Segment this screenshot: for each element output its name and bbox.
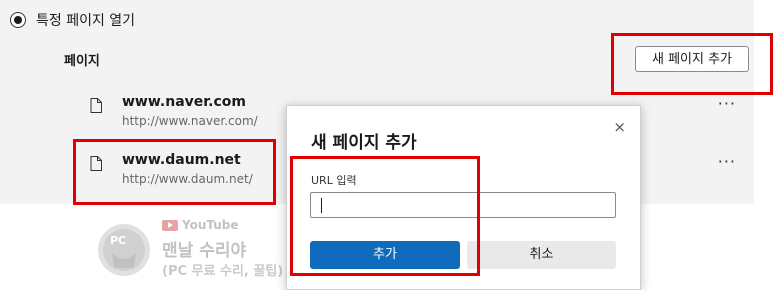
radio-selected-icon[interactable] <box>10 12 26 28</box>
pages-heading: 페이지 <box>64 54 100 69</box>
add-button[interactable]: 추가 <box>310 241 460 269</box>
youtube-play-icon <box>162 219 178 231</box>
dialog-title: 새 페이지 추가 <box>311 133 417 153</box>
cancel-button[interactable]: 취소 <box>467 241 616 269</box>
document-icon <box>90 98 102 113</box>
radio-label: 특정 페이지 열기 <box>36 13 136 29</box>
page-name: www.daum.net <box>122 152 241 168</box>
pc-logo-icon: PC <box>98 224 150 276</box>
channel-subtitle: (PC 무료 수리, 꿀팁) <box>162 264 284 279</box>
youtube-label: YouTube <box>162 218 239 232</box>
channel-name: 맨날 수리야 <box>162 241 247 261</box>
add-page-dialog: 새 페이지 추가 × URL 입력 추가 취소 <box>286 105 641 290</box>
text-caret <box>321 198 322 213</box>
youtube-watermark: PC YouTube 맨날 수리야 (PC 무료 수리, 꿀팁) <box>96 218 296 284</box>
document-icon <box>90 156 102 171</box>
page-name: www.naver.com <box>122 94 246 110</box>
close-icon[interactable]: × <box>613 118 626 136</box>
youtube-text: YouTube <box>182 218 239 232</box>
page-url: http://www.naver.com/ <box>122 114 258 128</box>
open-specific-pages-option[interactable]: 특정 페이지 열기 <box>10 10 135 30</box>
url-input-label: URL 입력 <box>311 174 357 187</box>
more-options-icon[interactable]: ··· <box>718 152 736 171</box>
pc-logo-text: PC <box>110 234 126 247</box>
more-options-icon[interactable]: ··· <box>718 94 736 113</box>
page-url: http://www.daum.net/ <box>122 172 253 186</box>
add-new-page-button[interactable]: 새 페이지 추가 <box>635 46 749 72</box>
url-input[interactable] <box>310 192 616 218</box>
